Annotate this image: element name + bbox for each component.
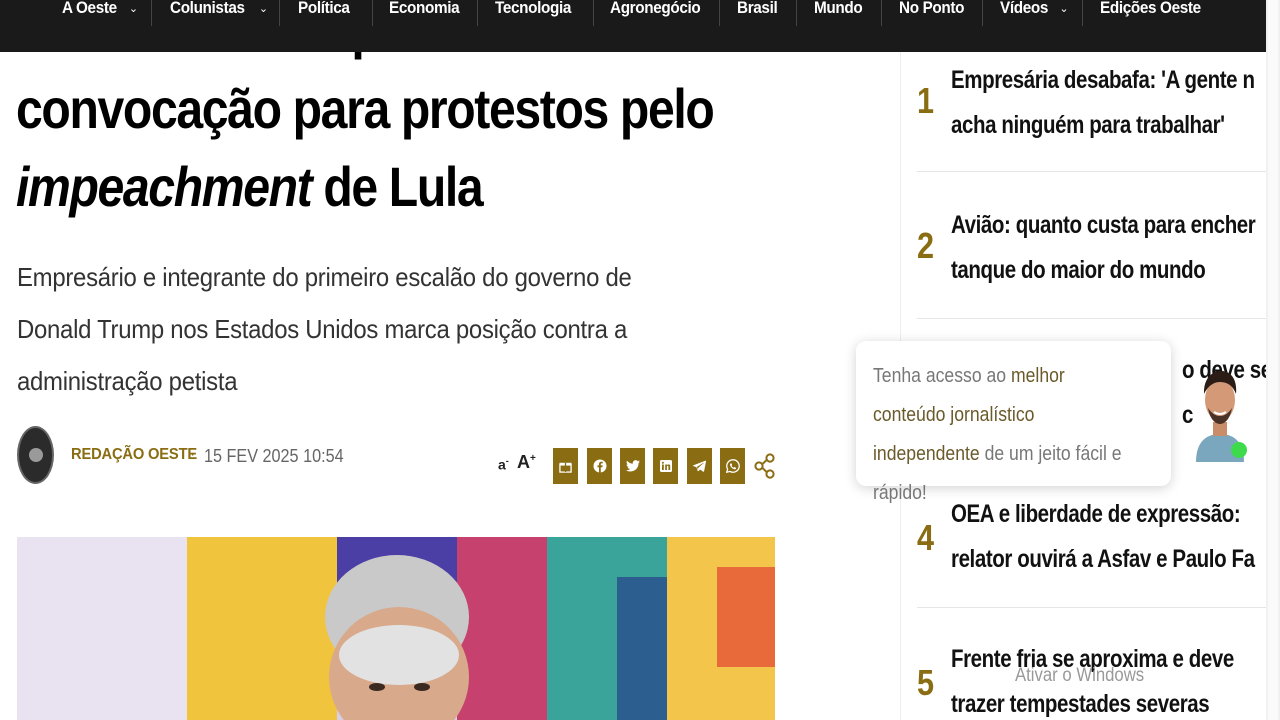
nav-label: Agronegócio: [610, 0, 701, 17]
twitter-share-button[interactable]: [620, 448, 645, 484]
telegram-icon: [693, 460, 706, 472]
ranking-divider: [917, 318, 1267, 319]
nav-item-agronegocio[interactable]: Agronegócio: [610, 0, 710, 40]
nav-item-brasil[interactable]: Brasil: [737, 0, 782, 40]
rank-title-line: Avião: quanto custa para encher: [951, 211, 1256, 239]
linkedin-icon: [659, 460, 672, 472]
scrollbar-thumb[interactable]: [1268, 0, 1278, 720]
windows-activation-watermark: Ativar o Windows: [1015, 665, 1145, 686]
nav-label: Tecnologia: [495, 0, 572, 17]
nav-divider: [719, 0, 720, 26]
ranking-divider: [917, 171, 1267, 172]
gift-icon: [559, 462, 572, 473]
headline-line-3: impeachment de Lula: [16, 148, 484, 226]
nav-label: No Ponto: [899, 0, 965, 17]
rank-title-line: Empresária desabafa: 'A gente n: [951, 66, 1255, 94]
nav-divider: [796, 0, 797, 26]
promo-text-pre: Tenha acesso ao: [873, 365, 1011, 387]
author-avatar[interactable]: [17, 426, 54, 484]
facebook-icon: [593, 459, 606, 473]
rank-title-line: relator ouvirá a Asfav e Paulo Fa: [951, 545, 1255, 573]
rank-title: Empresária desabafa: 'A gente n acha ning…: [951, 58, 1255, 148]
rank-title-line: acha ninguém para trabalhar': [951, 111, 1225, 139]
ranking-item-1[interactable]: 1 Empresária desabafa: 'A gente n acha ni…: [917, 58, 1267, 148]
nav-label: Mundo: [814, 0, 863, 17]
nav-divider: [593, 0, 594, 26]
rank-title: Avião: quanto custa para encher tanque do…: [951, 203, 1256, 293]
rank-title-line: trazer tempestades severas: [951, 690, 1210, 718]
font-small-label: a: [498, 456, 506, 473]
ranking-divider: [917, 607, 1267, 608]
nav-item-economia[interactable]: Economia: [389, 0, 467, 40]
chevron-down-icon: ⌄: [128, 3, 139, 15]
article-byline: REDAÇÃO OESTE · 15 FEV 2025 10:54 a- A+: [17, 426, 777, 486]
publish-date: 15 FEV 2025 10:54: [204, 446, 344, 466]
twitter-icon: [625, 460, 640, 472]
nav-label: Política: [298, 0, 350, 17]
nav-divider: [881, 0, 882, 26]
nav-item-mundo[interactable]: Mundo: [814, 0, 868, 40]
chevron-down-icon: ⌄: [1059, 3, 1069, 15]
share-more-button[interactable]: [754, 452, 776, 480]
nav-label: Economia: [389, 0, 460, 17]
subscription-promo-popup[interactable]: Tenha acesso ao melhor conteúdo jornalís…: [856, 341, 1171, 504]
headline-rest: de Lula: [311, 155, 483, 218]
rank-number: 2: [917, 225, 935, 266]
top-navigation: A Oeste ⌄ Colunistas ⌄ Política Economia T…: [0, 0, 1266, 52]
article-subtitle: Empresário e integrante do primeiro esca…: [17, 262, 632, 396]
nav-item-tecnologia[interactable]: Tecnologia: [495, 0, 579, 40]
nav-label: A Oeste: [62, 0, 117, 17]
online-status-dot: [1231, 442, 1247, 458]
nav-item-edicoes-oeste[interactable]: Edições Oeste: [1100, 0, 1212, 40]
nav-divider: [372, 0, 373, 26]
linkedin-share-button[interactable]: [653, 448, 678, 484]
chevron-down-icon: ⌄: [258, 3, 269, 15]
headline-italic: impeachment: [16, 155, 313, 218]
nav-item-politica[interactable]: Política: [298, 0, 355, 40]
nav-label: Brasil: [737, 0, 778, 17]
nav-item-videos[interactable]: Vídeos ⌄: [1000, 0, 1069, 40]
share-icon: [754, 453, 775, 479]
headline-line-2: convocação para protestos pelo: [16, 77, 715, 140]
nav-divider: [1082, 0, 1083, 26]
nav-item-colunistas[interactable]: Colunistas ⌄: [170, 0, 268, 40]
rank-number: 5: [917, 662, 935, 703]
whatsapp-share-button[interactable]: [720, 448, 745, 484]
telegram-share-button[interactable]: [687, 448, 712, 484]
whatsapp-icon: [725, 459, 740, 473]
rank-number: 1: [917, 80, 935, 121]
nav-item-a-oeste[interactable]: A Oeste ⌄: [62, 0, 138, 40]
ranking-item-2[interactable]: 2 Avião: quanto custa para encher tanque …: [917, 203, 1267, 293]
nav-item-no-ponto[interactable]: No Ponto: [899, 0, 971, 40]
gift-button[interactable]: [553, 448, 578, 484]
font-decrease-button[interactable]: a-: [498, 456, 509, 473]
author-name[interactable]: REDAÇÃO OESTE: [71, 446, 197, 464]
byline-separator: ·: [190, 446, 196, 463]
nav-label: Edições Oeste: [1100, 0, 1201, 17]
nav-label: Colunistas: [170, 0, 245, 17]
font-increase-button[interactable]: A+: [517, 452, 536, 473]
rank-number: 4: [917, 517, 935, 558]
rank-title-line: tanque do maior do mundo: [951, 256, 1206, 284]
article-hero-image: [17, 537, 775, 720]
facebook-share-button[interactable]: [587, 448, 612, 484]
nav-divider: [982, 0, 983, 26]
nav-divider: [279, 0, 280, 26]
nav-label: Vídeos: [1000, 0, 1049, 17]
nav-divider: [477, 0, 478, 26]
promo-text: Tenha acesso ao melhor conteúdo jornalís…: [873, 357, 1137, 513]
nav-divider: [151, 0, 152, 26]
font-large-label: A: [517, 452, 530, 472]
